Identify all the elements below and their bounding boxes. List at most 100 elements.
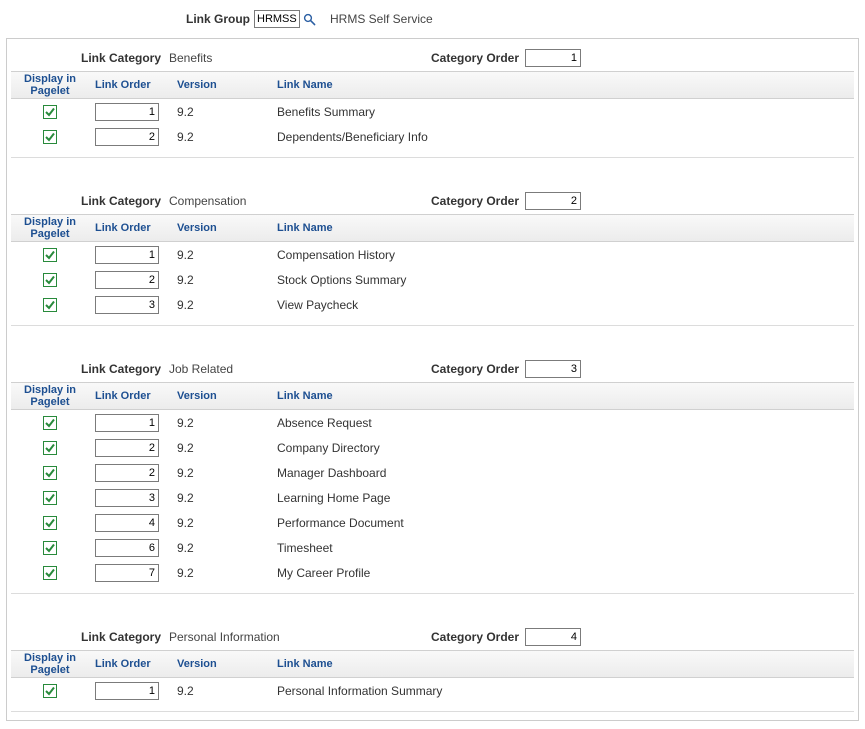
version-text: 9.2 bbox=[177, 298, 194, 312]
category-order-label: Category Order bbox=[431, 630, 519, 644]
link-category-label: Link Category bbox=[11, 194, 169, 208]
display-checkbox[interactable] bbox=[43, 441, 57, 455]
table-row: 9.2 Manager Dashboard bbox=[11, 460, 854, 485]
column-header-row: Display inPageletLink OrderVersionLink N… bbox=[11, 71, 854, 99]
link-order-input[interactable] bbox=[95, 103, 159, 121]
version-text: 9.2 bbox=[177, 541, 194, 555]
lookup-icon[interactable] bbox=[302, 12, 316, 26]
display-checkbox[interactable] bbox=[43, 105, 57, 119]
column-header-row: Display inPageletLink OrderVersionLink N… bbox=[11, 382, 854, 410]
col-header-version: Version bbox=[171, 215, 271, 241]
link-name-text: Learning Home Page bbox=[277, 491, 390, 505]
category-name: Personal Information bbox=[169, 630, 280, 644]
link-order-input[interactable] bbox=[95, 246, 159, 264]
display-checkbox[interactable] bbox=[43, 298, 57, 312]
version-text: 9.2 bbox=[177, 105, 194, 119]
category-header: Link CategoryJob RelatedCategory Order bbox=[11, 354, 854, 382]
link-order-input[interactable] bbox=[95, 128, 159, 146]
category-header: Link CategoryBenefitsCategory Order bbox=[11, 43, 854, 71]
category-order-input[interactable] bbox=[525, 49, 581, 67]
category-divider bbox=[11, 325, 854, 326]
category-divider bbox=[11, 711, 854, 712]
link-group-label: Link Group bbox=[186, 12, 250, 26]
table-row: 9.2 My Career Profile bbox=[11, 560, 854, 585]
col-header-name: Link Name bbox=[271, 215, 854, 241]
category-name: Compensation bbox=[169, 194, 246, 208]
category-grid: Link CategoryBenefitsCategory OrderDispl… bbox=[6, 38, 859, 721]
table-row: 9.2 Stock Options Summary bbox=[11, 267, 854, 292]
category-block: Link CategoryJob RelatedCategory OrderDi… bbox=[11, 354, 854, 594]
link-order-input[interactable] bbox=[95, 271, 159, 289]
category-order-input[interactable] bbox=[525, 192, 581, 210]
table-row: 9.2Compensation History bbox=[11, 242, 854, 267]
version-text: 9.2 bbox=[177, 273, 194, 287]
category-block: Link CategoryBenefitsCategory OrderDispl… bbox=[11, 43, 854, 158]
link-order-input[interactable] bbox=[95, 539, 159, 557]
table-row: 9.2 Performance Document bbox=[11, 510, 854, 535]
link-category-label: Link Category bbox=[11, 51, 169, 65]
link-order-input[interactable] bbox=[95, 682, 159, 700]
display-checkbox[interactable] bbox=[43, 491, 57, 505]
display-checkbox[interactable] bbox=[43, 684, 57, 698]
version-text: 9.2 bbox=[177, 466, 194, 480]
col-header-display: Display inPagelet bbox=[11, 383, 89, 409]
link-order-input[interactable] bbox=[95, 464, 159, 482]
category-order-input[interactable] bbox=[525, 628, 581, 646]
link-order-input[interactable] bbox=[95, 514, 159, 532]
category-block: Link CategoryPersonal Information Categor… bbox=[11, 622, 854, 712]
display-checkbox[interactable] bbox=[43, 248, 57, 262]
col-header-display: Display inPagelet bbox=[11, 215, 89, 241]
display-checkbox[interactable] bbox=[43, 466, 57, 480]
link-order-input[interactable] bbox=[95, 439, 159, 457]
link-name-text: Performance Document bbox=[277, 516, 404, 530]
display-checkbox[interactable] bbox=[43, 566, 57, 580]
link-name-text: Compensation History bbox=[277, 248, 395, 262]
link-order-input[interactable] bbox=[95, 489, 159, 507]
link-order-input[interactable] bbox=[95, 564, 159, 582]
link-name-text: Timesheet bbox=[277, 541, 333, 555]
link-name-text: My Career Profile bbox=[277, 566, 370, 580]
version-text: 9.2 bbox=[177, 566, 194, 580]
category-order-label: Category Order bbox=[431, 194, 519, 208]
version-text: 9.2 bbox=[177, 516, 194, 530]
link-name-text: Personal Information Summary bbox=[277, 684, 442, 698]
table-row: 9.2 Benefits Summary bbox=[11, 99, 854, 124]
link-group-input[interactable] bbox=[254, 10, 300, 28]
version-text: 9.2 bbox=[177, 491, 194, 505]
link-category-label: Link Category bbox=[11, 630, 169, 644]
link-name-text: Manager Dashboard bbox=[277, 466, 386, 480]
link-name-text: Benefits Summary bbox=[277, 105, 375, 119]
category-header: Link CategoryCompensation Category Order bbox=[11, 186, 854, 214]
column-header-row: Display inPageletLink OrderVersionLink N… bbox=[11, 214, 854, 242]
link-group-desc: HRMS Self Service bbox=[330, 12, 433, 26]
link-name-text: Stock Options Summary bbox=[277, 273, 406, 287]
category-order-input[interactable] bbox=[525, 360, 581, 378]
category-divider bbox=[11, 157, 854, 158]
col-header-name: Link Name bbox=[271, 651, 854, 677]
display-checkbox[interactable] bbox=[43, 130, 57, 144]
column-header-row: Display inPageletLink OrderVersionLink N… bbox=[11, 650, 854, 678]
category-header: Link CategoryPersonal Information Categor… bbox=[11, 622, 854, 650]
col-header-order: Link Order bbox=[89, 383, 171, 409]
version-text: 9.2 bbox=[177, 130, 194, 144]
link-name-text: Company Directory bbox=[277, 441, 380, 455]
category-order-label: Category Order bbox=[431, 51, 519, 65]
version-text: 9.2 bbox=[177, 416, 194, 430]
version-text: 9.2 bbox=[177, 684, 194, 698]
category-name: Job Related bbox=[169, 362, 233, 376]
display-checkbox[interactable] bbox=[43, 416, 57, 430]
display-checkbox[interactable] bbox=[43, 273, 57, 287]
display-checkbox[interactable] bbox=[43, 516, 57, 530]
link-order-input[interactable] bbox=[95, 414, 159, 432]
link-order-input[interactable] bbox=[95, 296, 159, 314]
category-block: Link CategoryCompensation Category Order D… bbox=[11, 186, 854, 326]
category-order-label: Category Order bbox=[431, 362, 519, 376]
col-header-order: Link Order bbox=[89, 215, 171, 241]
display-checkbox[interactable] bbox=[43, 541, 57, 555]
category-divider bbox=[11, 593, 854, 594]
table-row: 9.2Dependents/Beneficiary Info bbox=[11, 124, 854, 149]
link-name-text: Absence Request bbox=[277, 416, 372, 430]
col-header-name: Link Name bbox=[271, 72, 854, 98]
col-header-version: Version bbox=[171, 651, 271, 677]
col-header-display: Display inPagelet bbox=[11, 651, 89, 677]
